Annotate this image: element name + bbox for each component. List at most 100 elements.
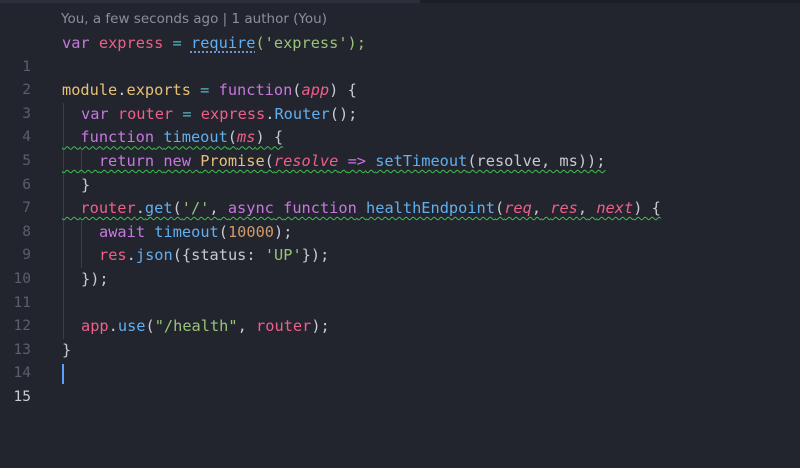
token-punctuation: );	[274, 222, 293, 241]
token-keyword: function	[218, 81, 293, 100]
token-identifier: router	[80, 199, 136, 218]
token-function: timeout	[154, 222, 219, 241]
token-punctuation: }	[81, 175, 91, 194]
code-line[interactable]: 5 function timeout(ms) {	[0, 126, 800, 169]
token-keyword: var	[81, 104, 109, 123]
code-line[interactable]: 14 }	[0, 339, 800, 382]
token-string: 'UP'	[264, 246, 302, 265]
token-property: exports	[126, 81, 191, 100]
token-function: setTimeout	[375, 151, 468, 170]
token-punctuation: .	[135, 199, 145, 218]
token-class: Promise	[200, 151, 265, 170]
token-punctuation: (	[172, 199, 182, 218]
indent-guide	[81, 244, 82, 268]
indent-guide	[63, 315, 64, 339]
indent-guide	[63, 244, 64, 268]
token-punctuation: ,	[209, 199, 219, 218]
token-parameter: ms	[237, 128, 256, 147]
indent-guide	[63, 220, 64, 245]
token-identifier: res	[99, 246, 127, 265]
line-content[interactable]: res.json({status: 'UP'});	[99, 244, 329, 268]
line-content[interactable]: }	[62, 339, 71, 363]
token-punctuation: (	[264, 151, 274, 170]
token-punctuation: });	[301, 246, 330, 265]
indent-guide	[81, 220, 82, 245]
token-punctuation: }	[62, 340, 72, 359]
token-punctuation: (resolve, ms));	[467, 151, 606, 170]
token-function: Router	[274, 104, 330, 123]
code-line[interactable]: 6 return new Promise(resolve => setTimeo…	[0, 149, 800, 193]
code-line[interactable]: 8 router.get('/', async function healthE…	[0, 197, 800, 240]
editor-top-border	[0, 0, 800, 3]
token-identifier: express	[200, 104, 266, 123]
codelens-blame-annotation[interactable]: You, a few seconds ago | 1 author (You)	[61, 8, 327, 30]
token-punctuation: ,	[577, 199, 588, 218]
token-identifier: router	[256, 317, 312, 336]
line-content-warning[interactable]: router.get('/', async function healthEnd…	[62, 197, 660, 221]
code-line[interactable]: 13 app.use("/health", router);	[0, 315, 800, 358]
line-content[interactable]: await timeout(10000);	[99, 221, 292, 245]
indent-guide	[63, 102, 64, 127]
code-line[interactable]: 1 var express = require('express');	[0, 32, 800, 75]
token-identifier: express	[98, 34, 164, 52]
token-punctuation: (	[494, 199, 505, 218]
token-punctuation: (	[227, 128, 238, 147]
line-content[interactable]: var express = require('express');	[62, 32, 366, 56]
code-editor[interactable]: 1 var express = require('express'); 2 3 …	[0, 32, 800, 405]
token-keyword: async	[227, 199, 274, 218]
token-parameter: req	[504, 199, 532, 218]
code-line[interactable]: 10 res.json({status: 'UP'});	[0, 244, 800, 287]
token-punctuation: .	[108, 317, 118, 336]
line-content[interactable]: var router = express.Router();	[81, 103, 357, 127]
tab-strip-segment	[0, 0, 420, 3]
indent-guide	[63, 173, 64, 198]
code-line[interactable]: 4 var router = express.Router();	[0, 102, 800, 145]
token-function: use	[117, 317, 146, 336]
line-content-warning[interactable]: return new Promise(resolve => setTimeout…	[62, 150, 606, 174]
token-parameter: next	[596, 199, 634, 218]
code-line[interactable]: 2	[0, 56, 800, 98]
token-string: ('express');	[255, 34, 366, 52]
code-line-current[interactable]: 15	[0, 362, 800, 405]
code-line[interactable]: 12	[0, 291, 800, 334]
token-punctuation: (	[218, 222, 228, 241]
token-keyword: new	[163, 151, 191, 170]
line-content-warning[interactable]: function timeout(ms) {	[62, 126, 283, 150]
indent-guide	[63, 267, 64, 292]
token-punctuation: ,	[237, 317, 247, 336]
token-punctuation: (	[292, 81, 302, 100]
token-number: 10000	[227, 222, 275, 241]
code-line[interactable]: 7 }	[0, 173, 800, 216]
token-keyword: function	[80, 128, 155, 147]
token-punctuation: );	[311, 317, 330, 336]
token-keyword: var	[62, 34, 90, 52]
token-punctuation: .	[126, 246, 136, 265]
token-punctuation: ({status:	[172, 246, 256, 265]
code-line[interactable]: 3 module.exports = function(app) {	[0, 79, 800, 122]
token-operator: =	[172, 34, 182, 52]
token-parameter: res	[550, 199, 578, 218]
token-identifier: router	[117, 104, 174, 123]
code-line[interactable]: 11 });	[0, 267, 800, 311]
token-keyword: function	[283, 199, 357, 218]
token-function: require	[190, 34, 256, 52]
token-punctuation: ();	[329, 104, 358, 123]
token-punctuation: ,	[531, 199, 542, 218]
token-operator: =	[182, 104, 192, 123]
token-function: timeout	[163, 128, 228, 147]
line-content[interactable]: }	[81, 174, 90, 198]
line-content[interactable]: app.use("/health", router);	[81, 315, 330, 339]
text-cursor	[62, 364, 64, 385]
token-punctuation: ) {	[255, 128, 284, 147]
token-function: json	[135, 246, 173, 265]
token-punctuation: (	[145, 317, 155, 336]
line-content[interactable]: module.exports = function(app) {	[62, 79, 357, 103]
code-line[interactable]: 9 await timeout(10000);	[0, 220, 800, 263]
line-number-active: 15	[13, 388, 31, 405]
indent-guide	[63, 291, 64, 316]
token-identifier: module	[62, 81, 118, 100]
token-string: '/'	[181, 199, 210, 218]
token-operator: =>	[347, 151, 366, 170]
token-parameter: app	[301, 81, 330, 100]
line-content[interactable]: });	[81, 268, 109, 292]
